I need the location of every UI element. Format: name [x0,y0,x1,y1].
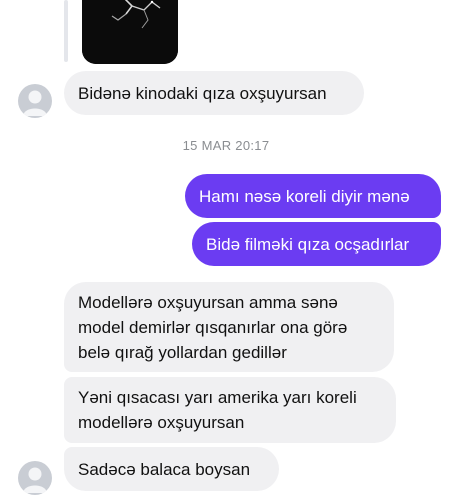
incoming-message-bubble[interactable]: Modellərə oxşuyursan amma sənə model dem… [64,282,394,372]
contact-avatar[interactable] [18,461,52,495]
outgoing-message-bubble[interactable]: Hamı nəsə koreli diyir mənə [185,174,441,218]
incoming-message-bubble[interactable]: Yəni qısacası yarı amerika yarı koreli m… [64,377,396,443]
shared-image-thumbnail[interactable] [82,0,178,64]
incoming-message-bubble[interactable]: Bidənə kinodaki qıza oxşuyursan [64,71,364,115]
incoming-message-bubble[interactable]: Sadəcə balaca boysan [64,447,279,491]
outgoing-message-bubble[interactable]: Bidə filməki qıza ocşadırlar [192,222,441,266]
chat-thread[interactable]: Bidənə kinodaki qıza oxşuyursan 15 MAR 2… [0,0,452,500]
message-timestamp: 15 MAR 20:17 [182,138,270,153]
contact-avatar[interactable] [18,84,52,118]
reply-indicator-bar [64,0,68,62]
